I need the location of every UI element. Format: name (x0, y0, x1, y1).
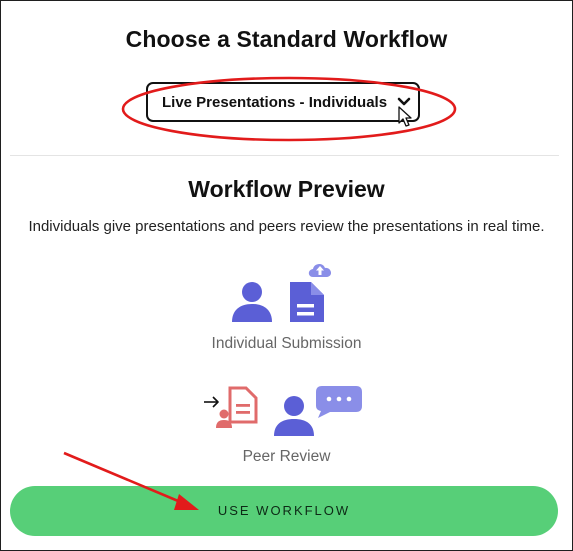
annotation-arrow (63, 451, 199, 510)
workflow-preview-title: Workflow Preview (188, 176, 385, 202)
annotation-ellipse (121, 76, 457, 142)
step-label-individual-submission: Individual Submission (211, 335, 362, 352)
individual-submission-icon (232, 263, 332, 322)
workflow-description: Individuals give presentations and peers… (28, 218, 545, 235)
section-divider (10, 155, 559, 156)
peer-review-icon (204, 386, 362, 436)
page-title: Choose a Standard Workflow (125, 26, 448, 52)
